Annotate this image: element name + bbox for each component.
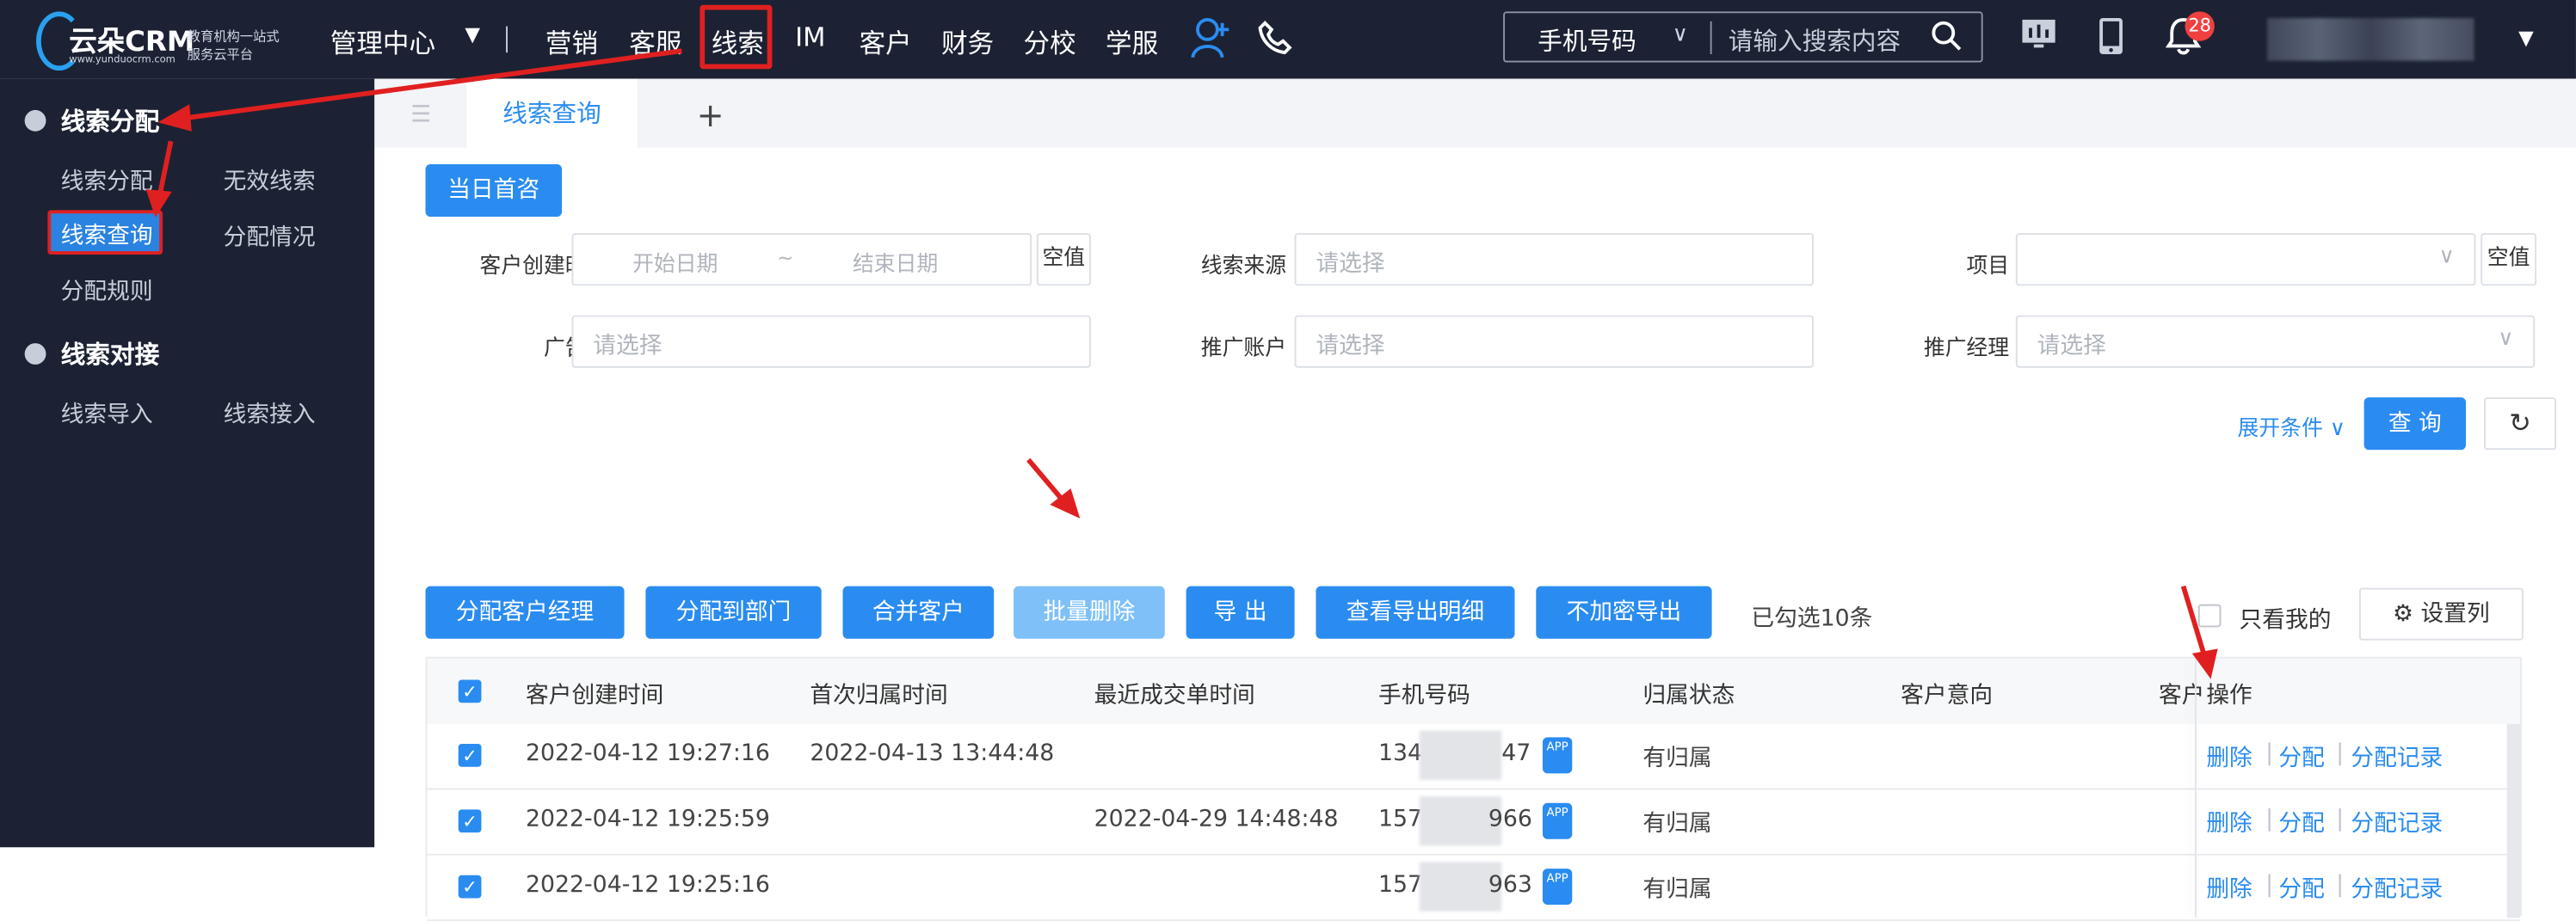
arrow-to-batch-delete: [1026, 457, 1067, 505]
arrow-to-lead-query: [157, 140, 174, 198]
app-icon[interactable]: APP: [1542, 869, 1573, 906]
arrow-to-delete-link: [2180, 585, 2208, 658]
op-separator: |: [2336, 871, 2345, 899]
arrow-head: [145, 189, 172, 218]
cell-create-time: 2022-04-12 19:25:16: [526, 871, 770, 899]
cell-assign-status: 有归属: [1642, 876, 1712, 904]
assign-link[interactable]: 分配: [2278, 872, 2324, 905]
table-row[interactable]: ✓ 2022-04-12 19:25:16 157 963 APP 有归属 删除…: [427, 855, 2521, 921]
cell-phone-suffix[interactable]: 963: [1488, 872, 1532, 899]
arrow-head: [2191, 648, 2218, 679]
arrow-head: [157, 104, 192, 132]
op-separator: |: [2265, 871, 2274, 899]
assign-record-link[interactable]: 分配记录: [2351, 872, 2443, 905]
arrow-nav-to-sidebar: [183, 48, 682, 121]
cell-phone-prefix[interactable]: 157: [1378, 872, 1422, 899]
annotation-arrows: [145, 48, 2218, 679]
delete-link[interactable]: 删除: [2206, 872, 2252, 905]
row-checkbox[interactable]: ✓: [458, 875, 482, 899]
